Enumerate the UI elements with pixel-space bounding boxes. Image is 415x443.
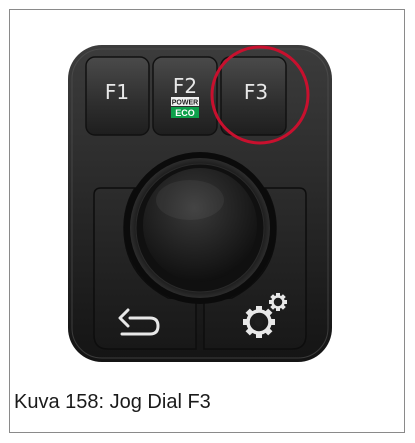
power-badge-text: POWER [172, 100, 198, 107]
eco-badge-text: ECO [175, 108, 195, 118]
figure-caption: Kuva 158: Jog Dial F3 [14, 391, 211, 413]
f2-label: F2 [173, 74, 197, 98]
jog-dial-knob[interactable] [124, 152, 276, 304]
f3-key[interactable]: F3 [220, 56, 287, 136]
f2-key[interactable]: F2 POWER ECO [152, 56, 218, 136]
f1-key[interactable]: F1 [85, 56, 150, 136]
f3-label: F3 [244, 80, 268, 104]
jog-dial-device: F1 F2 POWER ECO F3 [68, 45, 332, 362]
f1-label: F1 [105, 80, 129, 104]
